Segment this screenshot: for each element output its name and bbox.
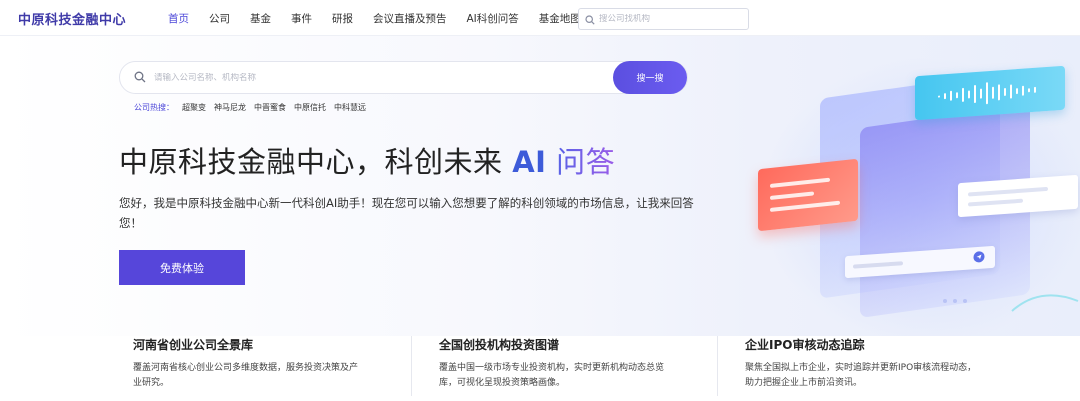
- chat-line: [770, 177, 830, 188]
- nav-item-companies[interactable]: 公司: [209, 11, 230, 26]
- decorative-dots: [943, 299, 967, 303]
- feature-card-vc-map[interactable]: 全国创投机构投资图谱 覆盖中国一级市场专业投资机构，实时更新机构动态总览库，可视…: [439, 336, 729, 391]
- nav-item-ai-qa[interactable]: AI科创问答: [467, 11, 519, 26]
- feature-desc: 覆盖河南省核心创业公司多维度数据，服务投资决策及产业研究。: [133, 363, 359, 388]
- voice-wave-card: [915, 65, 1065, 121]
- feature-divider: [411, 336, 412, 396]
- chat-line: [968, 198, 1023, 207]
- header-search-box[interactable]: [578, 8, 749, 30]
- chat-bubble-white: [958, 174, 1078, 218]
- nav-item-home[interactable]: 首页: [168, 11, 189, 26]
- hero-section: 搜一搜 公司热搜： 超聚变 神马尼龙 中晋蜜食 中原信托 中科慧远 中原科技金融…: [0, 36, 1080, 336]
- hero-title-qa: 问答: [546, 145, 616, 179]
- header-search-input[interactable]: [599, 14, 739, 24]
- nav-item-funds[interactable]: 基金: [250, 11, 271, 26]
- feature-title: 企业IPO审核动态追踪: [745, 338, 865, 352]
- ai-assistant-illustration: [740, 65, 1080, 336]
- search-button[interactable]: 搜一搜: [613, 61, 687, 94]
- chat-line: [968, 186, 1048, 197]
- chat-line: [770, 200, 840, 212]
- hero-title-ai: AI: [512, 145, 547, 179]
- main-nav: 首页 公司 基金 事件 研报 会议直播及预告 AI科创问答 基金地图: [168, 0, 601, 36]
- hot-search-label: 公司热搜：: [134, 103, 174, 112]
- feature-title: 河南省创业公司全景库: [133, 338, 254, 352]
- features-section: 河南省创业公司全景库 覆盖河南省核心创业公司多维度数据，服务投资决策及产业研究。…: [0, 336, 1080, 401]
- hero-description: 您好，我是中原科技金融中心新一代科创AI助手！现在您可以输入您想要了解的科创领域…: [119, 196, 694, 230]
- nav-item-events[interactable]: 事件: [291, 11, 312, 26]
- sound-wave-icon: [938, 82, 1036, 105]
- feature-card-ipo-tracking[interactable]: 企业IPO审核动态追踪 聚焦全国拟上市企业，实时追踪并更新IPO审核流程动态，助…: [745, 336, 1035, 391]
- main-search-input[interactable]: [154, 72, 594, 83]
- chat-line: [770, 191, 814, 200]
- hot-search-item[interactable]: 中晋蜜食: [254, 102, 286, 113]
- send-icon: [973, 251, 985, 263]
- nav-item-conference-live[interactable]: 会议直播及预告: [373, 11, 447, 26]
- feature-divider: [717, 336, 718, 396]
- feature-title: 全国创投机构投资图谱: [439, 338, 560, 352]
- hot-search-item[interactable]: 神马尼龙: [214, 102, 246, 113]
- hero-title: 中原科技金融中心，科创未来 AI 问答: [119, 139, 615, 181]
- search-icon: [585, 10, 595, 29]
- nav-item-research[interactable]: 研报: [332, 11, 353, 26]
- free-trial-button[interactable]: 免费体验: [119, 250, 245, 285]
- chat-input-line: [853, 261, 903, 269]
- search-icon: [134, 68, 146, 87]
- hot-search-row: 公司热搜： 超聚变 神马尼龙 中晋蜜食 中原信托 中科慧远: [134, 102, 374, 113]
- nav-item-fund-map[interactable]: 基金地图: [539, 11, 581, 26]
- hot-search-item[interactable]: 中原信托: [294, 102, 326, 113]
- feature-desc: 聚焦全国拟上市企业，实时追踪并更新IPO审核流程动态，助力把握企业上市前沿资讯。: [745, 363, 977, 388]
- feature-desc: 覆盖中国一级市场专业投资机构，实时更新机构动态总览库，可视化呈现投资策略画像。: [439, 363, 665, 388]
- chat-bubble-red: [758, 158, 858, 232]
- hero-title-main: 中原科技金融中心，科创未来: [119, 145, 513, 179]
- decorative-swoosh: [1011, 294, 1079, 312]
- hot-search-item[interactable]: 中科慧远: [334, 102, 366, 113]
- feature-card-startup-library[interactable]: 河南省创业公司全景库 覆盖河南省核心创业公司多维度数据，服务投资决策及产业研究。: [133, 336, 423, 391]
- main-search-box[interactable]: 搜一搜: [119, 61, 688, 94]
- top-header: 中原科技金融中心 首页 公司 基金 事件 研报 会议直播及预告 AI科创问答 基…: [0, 0, 1080, 36]
- site-logo[interactable]: 中原科技金融中心: [18, 9, 126, 28]
- hot-search-item[interactable]: 超聚变: [182, 102, 206, 113]
